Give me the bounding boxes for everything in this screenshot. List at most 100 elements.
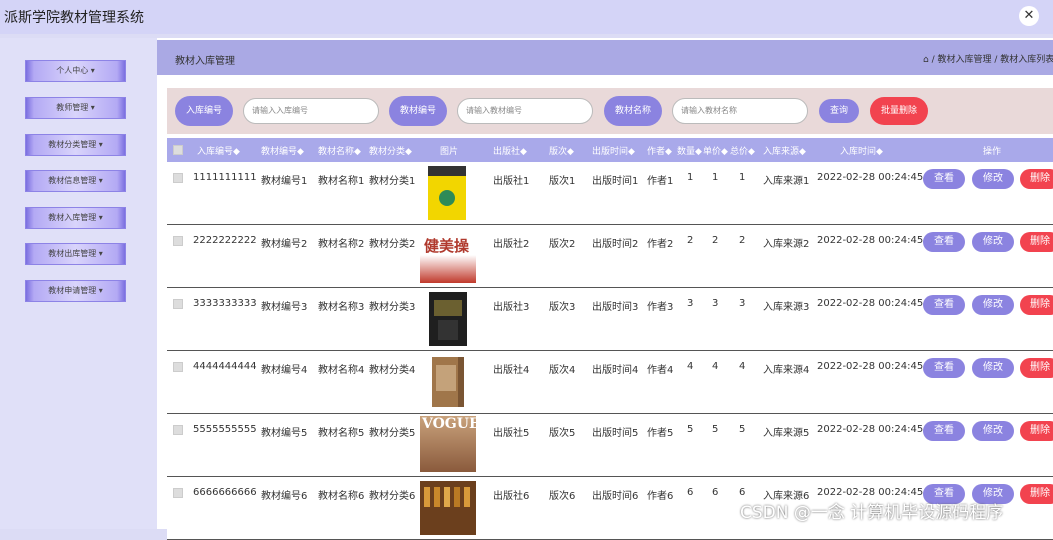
cell-quantity: 4 — [687, 361, 694, 372]
cell-category: 教材分类1 — [369, 176, 416, 187]
sidebar-item-textbook-info[interactable]: 教材信息管理 ▾ — [25, 170, 126, 192]
cell-publisher: 出版社5 — [493, 428, 530, 439]
cell-author: 作者4 — [647, 365, 674, 376]
delete-button[interactable]: 删除 — [1020, 484, 1053, 504]
row-checkbox[interactable] — [173, 236, 183, 246]
textbook-code-input[interactable]: 请输入教材编号 — [457, 98, 593, 124]
cell-price: 3 — [712, 298, 719, 309]
row-checkbox[interactable] — [173, 425, 183, 435]
col-source[interactable]: 入库来源◆ — [763, 144, 806, 157]
cell-stock-id: 3333333333 — [193, 298, 257, 309]
cell-price: 4 — [712, 361, 719, 372]
book-cover-text: VOGUE — [422, 416, 480, 432]
delete-button[interactable]: 删除 — [1020, 295, 1053, 315]
delete-button[interactable]: 删除 — [1020, 421, 1053, 441]
row-checkbox[interactable] — [173, 173, 183, 183]
col-textbook-code[interactable]: 教材编号◆ — [261, 144, 304, 157]
view-button[interactable]: 查看 — [923, 232, 965, 252]
cell-quantity: 3 — [687, 298, 694, 309]
query-button[interactable]: 查询 — [819, 99, 859, 123]
table-row: 1111111111 教材编号1 教材名称1 教材分类1 出版社1 版次1 出版… — [167, 162, 1053, 225]
cell-source: 入库来源2 — [763, 239, 810, 250]
cell-price: 5 — [712, 424, 719, 435]
app-title: 派斯学院教材管理系统 — [4, 10, 144, 26]
row-checkbox[interactable] — [173, 362, 183, 372]
view-button[interactable]: 查看 — [923, 421, 965, 441]
table-header: 入库编号◆ 教材编号◆ 教材名称◆ 教材分类◆ 图片 出版社◆ 版次◆ 出版时间… — [167, 138, 1053, 162]
sidebar-item-personal-center[interactable]: 个人中心 ▾ — [25, 60, 126, 82]
top-bar: 派斯学院教材管理系统 ✕ — [0, 0, 1053, 34]
cell-stock-id: 6666666666 — [193, 487, 257, 498]
book-cover-image: 健美操 — [420, 227, 476, 283]
table-row: 2222222222 教材编号2 教材名称2 教材分类2 健美操 出版社2 版次… — [167, 225, 1053, 288]
cell-price: 1 — [712, 172, 719, 183]
cell-pub-date: 出版时间2 — [592, 239, 639, 250]
col-price[interactable]: 单价◆ — [703, 144, 728, 157]
view-button[interactable]: 查看 — [923, 358, 965, 378]
edit-button[interactable]: 修改 — [972, 232, 1014, 252]
breadcrumb[interactable]: ⌂ / 教材入库管理 / 教材入库列表 — [923, 52, 1053, 65]
cell-textbook-code: 教材编号1 — [261, 176, 308, 187]
textbook-name-input[interactable]: 请输入教材名称 — [672, 98, 808, 124]
col-quantity[interactable]: 数量◆ — [677, 144, 702, 157]
cell-textbook-code: 教材编号6 — [261, 491, 308, 502]
cell-textbook-name: 教材名称6 — [318, 491, 365, 502]
sidebar-item-category-management[interactable]: 教材分类管理 ▾ — [25, 134, 126, 156]
delete-button[interactable]: 删除 — [1020, 358, 1053, 378]
stock-id-input[interactable]: 请输入入库编号 — [243, 98, 379, 124]
col-author[interactable]: 作者◆ — [647, 144, 672, 157]
edit-button[interactable]: 修改 — [972, 421, 1014, 441]
row-checkbox[interactable] — [173, 488, 183, 498]
edit-button[interactable]: 修改 — [972, 358, 1014, 378]
cell-source: 入库来源4 — [763, 365, 810, 376]
view-button[interactable]: 查看 — [923, 295, 965, 315]
textbook-name-label: 教材名称 — [604, 96, 662, 126]
batch-delete-button[interactable]: 批量删除 — [870, 97, 928, 125]
sidebar-item-stock-in[interactable]: 教材入库管理 ▾ — [25, 207, 126, 229]
col-total[interactable]: 总价◆ — [730, 144, 755, 157]
cell-version: 版次6 — [549, 491, 576, 502]
col-stock-time[interactable]: 入库时间◆ — [840, 144, 883, 157]
col-actions: 操作 — [983, 147, 1002, 157]
cell-textbook-name: 教材名称5 — [318, 428, 365, 439]
close-icon[interactable]: ✕ — [1019, 6, 1039, 26]
cell-price: 2 — [712, 235, 719, 246]
sidebar-item-teacher-management[interactable]: 教师管理 ▾ — [25, 97, 126, 119]
cell-category: 教材分类3 — [369, 302, 416, 313]
cell-version: 版次5 — [549, 428, 576, 439]
sidebar-item-stock-out[interactable]: 教材出库管理 ▾ — [25, 243, 126, 265]
select-all-checkbox[interactable] — [173, 145, 183, 155]
cell-quantity: 6 — [687, 487, 694, 498]
cell-stock-id: 4444444444 — [193, 361, 257, 372]
row-checkbox[interactable] — [173, 299, 183, 309]
edit-button[interactable]: 修改 — [972, 295, 1014, 315]
col-textbook-name[interactable]: 教材名称◆ — [318, 144, 361, 157]
cell-version: 版次3 — [549, 302, 576, 313]
col-version[interactable]: 版次◆ — [549, 144, 574, 157]
sidebar-item-application[interactable]: 教材申请管理 ▾ — [25, 280, 126, 302]
cell-total: 3 — [739, 298, 746, 309]
cell-total: 5 — [739, 424, 746, 435]
col-pub-date[interactable]: 出版时间◆ — [592, 144, 635, 157]
cell-textbook-code: 教材编号2 — [261, 239, 308, 250]
cell-author: 作者2 — [647, 239, 674, 250]
cell-author: 作者3 — [647, 302, 674, 313]
view-button[interactable]: 查看 — [923, 169, 965, 189]
delete-button[interactable]: 删除 — [1020, 169, 1053, 189]
cell-quantity: 1 — [687, 172, 694, 183]
cell-stock-time: 2022-02-28 00:24:45 — [817, 487, 924, 498]
book-cover-image: VOGUE — [420, 416, 480, 472]
edit-button[interactable]: 修改 — [972, 169, 1014, 189]
col-publisher[interactable]: 出版社◆ — [493, 144, 527, 157]
cell-stock-time: 2022-02-28 00:24:45 — [817, 172, 924, 183]
cell-stock-time: 2022-02-28 00:24:45 — [817, 298, 924, 309]
col-stock-id[interactable]: 入库编号◆ — [197, 144, 240, 157]
textbook-code-label: 教材编号 — [389, 96, 447, 126]
col-category[interactable]: 教材分类◆ — [369, 144, 412, 157]
page-title: 教材入库管理 — [175, 56, 235, 67]
delete-button[interactable]: 删除 — [1020, 232, 1053, 252]
cell-category: 教材分类4 — [369, 365, 416, 376]
breadcrumb-bar: 教材入库管理 ⌂ / 教材入库管理 / 教材入库列表 — [157, 40, 1053, 75]
book-cover-image — [420, 353, 476, 409]
cell-category: 教材分类2 — [369, 239, 416, 250]
